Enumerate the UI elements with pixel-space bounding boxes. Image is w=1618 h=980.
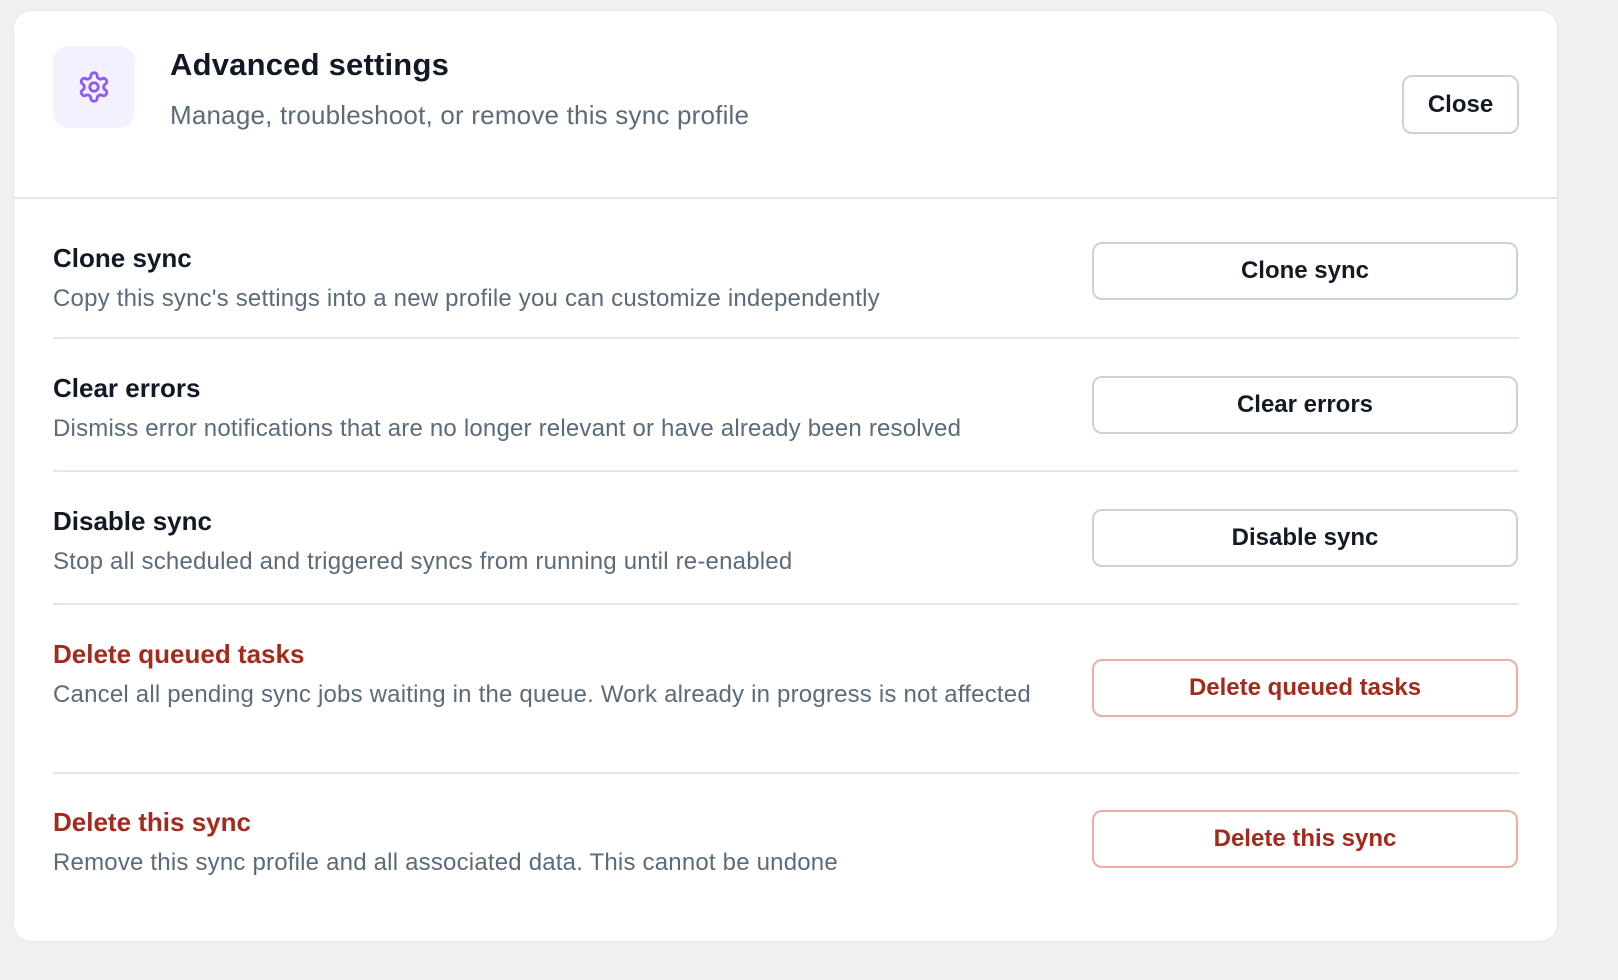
disable-sync-button[interactable]: Disable sync	[1092, 509, 1518, 567]
action-description: Remove this sync profile and all associa…	[53, 849, 838, 876]
clear-errors-button[interactable]: Clear errors	[1092, 376, 1518, 434]
panel-header: Advanced settings Manage, troubleshoot, …	[14, 11, 1557, 199]
action-description: Dismiss error notifications that are no …	[53, 415, 962, 442]
action-title: Clone sync	[53, 243, 192, 273]
delete-this-sync-button[interactable]: Delete this sync	[1092, 810, 1518, 868]
action-row-clone-sync: Clone sync Copy this sync's settings int…	[53, 199, 1519, 339]
page-subtitle: Manage, troubleshoot, or remove this syn…	[170, 100, 750, 130]
advanced-settings-panel: Advanced settings Manage, troubleshoot, …	[13, 10, 1558, 942]
action-text: Clone sync Copy this sync's settings int…	[53, 241, 1063, 316]
action-text: Delete this sync Remove this sync profil…	[53, 805, 1063, 880]
gear-icon	[79, 71, 109, 103]
close-button[interactable]: Close	[1402, 75, 1519, 134]
action-text: Disable sync Stop all scheduled and trig…	[53, 504, 1063, 579]
settings-icon-tile	[53, 46, 135, 128]
delete-queued-tasks-button[interactable]: Delete queued tasks	[1092, 659, 1518, 717]
action-description: Stop all scheduled and triggered syncs f…	[53, 548, 793, 575]
action-row-delete-this-sync: Delete this sync Remove this sync profil…	[53, 774, 1519, 914]
action-description: Copy this sync's settings into a new pro…	[53, 285, 880, 312]
actions-list: Clone sync Copy this sync's settings int…	[53, 199, 1519, 914]
action-row-delete-queued-tasks: Delete queued tasks Cancel all pending s…	[53, 605, 1519, 774]
action-text: Clear errors Dismiss error notifications…	[53, 371, 1063, 446]
action-title: Disable sync	[53, 506, 212, 536]
clone-sync-button[interactable]: Clone sync	[1092, 242, 1518, 300]
action-title: Clear errors	[53, 373, 201, 403]
action-row-clear-errors: Clear errors Dismiss error notifications…	[53, 339, 1519, 472]
action-description: Cancel all pending sync jobs waiting in …	[53, 681, 1031, 708]
action-text: Delete queued tasks Cancel all pending s…	[53, 637, 1063, 712]
action-title: Delete this sync	[53, 807, 251, 837]
action-title: Delete queued tasks	[53, 639, 305, 669]
page-title: Advanced settings	[170, 47, 450, 82]
action-row-disable-sync: Disable sync Stop all scheduled and trig…	[53, 472, 1519, 605]
